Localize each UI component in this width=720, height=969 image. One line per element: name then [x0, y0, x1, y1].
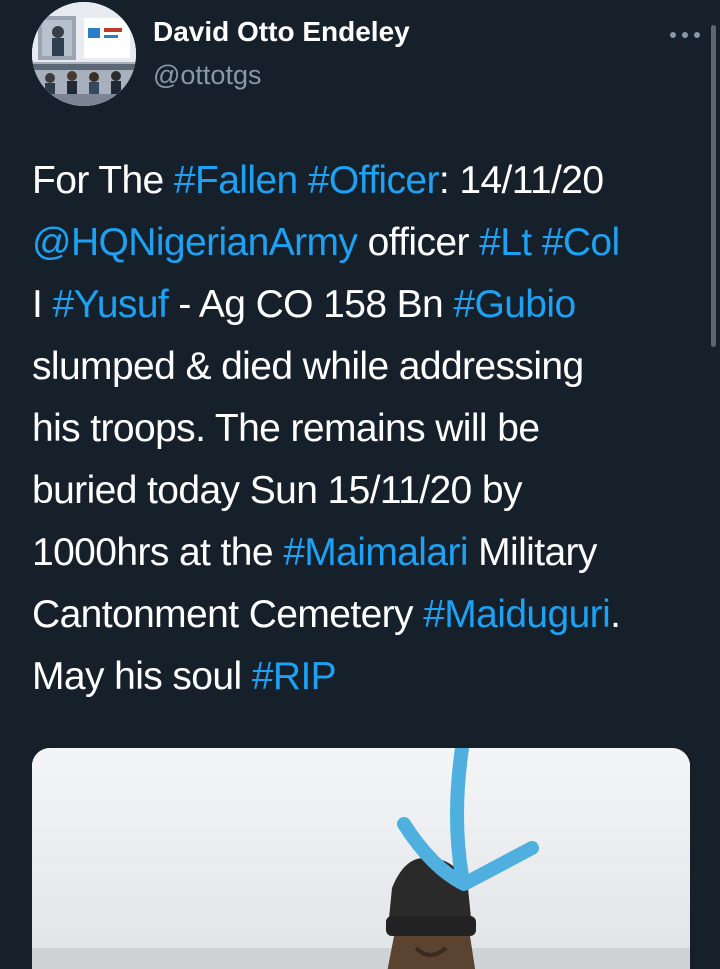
- avatar[interactable]: [32, 2, 136, 106]
- tweet-text-line: buried today Sun 15/11/20 by: [32, 460, 702, 522]
- tweet-text-segment: buried today Sun 15/11/20 by: [32, 469, 522, 512]
- hashtag-link[interactable]: #Yusuf: [52, 283, 168, 326]
- hashtag-link[interactable]: #Maiduguri: [423, 593, 611, 636]
- tweet-text-line: 1000hrs at the #Maimalari Military: [32, 522, 702, 584]
- tweet-text-segment: his troops. The remains will be: [32, 407, 540, 450]
- tweet-text-segment: For The: [32, 159, 174, 202]
- tweet-text-segment: [298, 159, 308, 202]
- tweet-text-line: I #Yusuf - Ag CO 158 Bn #Gubio: [32, 274, 702, 336]
- hashtag-link[interactable]: #Officer: [308, 159, 440, 202]
- tweet-text-line: @HQNigerianArmy officer #Lt #Col: [32, 212, 702, 274]
- more-options-icon[interactable]: [648, 20, 720, 50]
- tweet-text-line: slumped & died while addressing: [32, 336, 702, 398]
- more-dot: [694, 32, 700, 38]
- tweet-text: For The #Fallen #Officer: 14/11/20 @HQNig…: [32, 150, 702, 708]
- hashtag-link[interactable]: #RIP: [252, 655, 337, 698]
- avatar-photo-icon: [32, 2, 136, 106]
- hashtag-link[interactable]: #Lt: [479, 221, 532, 264]
- tweet-text-segment: Cantonment Cemetery: [32, 593, 424, 636]
- more-dot: [670, 32, 676, 38]
- tweet-text-segment: : 14/11/20: [438, 159, 604, 202]
- tweet-text-segment: officer: [357, 221, 480, 264]
- hashtag-link[interactable]: #Col: [542, 221, 620, 264]
- tweet-detail-screen: David Otto Endeley @ottotgs For The #Fal…: [0, 0, 720, 969]
- tweet-header: David Otto Endeley @ottotgs: [32, 0, 720, 110]
- author-display-name[interactable]: David Otto Endeley: [153, 16, 410, 48]
- tweet-text-segment: I: [32, 283, 53, 326]
- tweet-text-segment: Military: [467, 531, 597, 574]
- tweet-text-line: For The #Fallen #Officer: 14/11/20: [32, 150, 702, 212]
- hashtag-link[interactable]: #Fallen: [174, 159, 298, 202]
- tweet-text-segment: - Ag CO 158 Bn: [168, 283, 454, 326]
- tweet-text-line: Cantonment Cemetery #Maiduguri.: [32, 584, 702, 646]
- mention-link[interactable]: @HQNigerianArmy: [32, 221, 358, 264]
- tweet-text-segment: .: [610, 593, 621, 636]
- tweet-text-line: May his soul #RIP: [32, 646, 702, 708]
- more-dot: [682, 32, 688, 38]
- tweet-photo[interactable]: [32, 748, 690, 969]
- tweet-text-line: his troops. The remains will be: [32, 398, 702, 460]
- photo-image: [32, 748, 690, 969]
- hashtag-link[interactable]: #Maimalari: [283, 531, 468, 574]
- tweet-text-segment: 1000hrs at the: [32, 531, 284, 574]
- scrollbar[interactable]: [711, 25, 716, 347]
- author-handle: @ottotgs: [153, 60, 262, 90]
- tweet-text-segment: slumped & died while addressing: [32, 345, 584, 388]
- tweet-text-segment: May his soul: [32, 655, 252, 698]
- hashtag-link[interactable]: #Gubio: [453, 283, 576, 326]
- tweet-text-segment: [532, 221, 542, 264]
